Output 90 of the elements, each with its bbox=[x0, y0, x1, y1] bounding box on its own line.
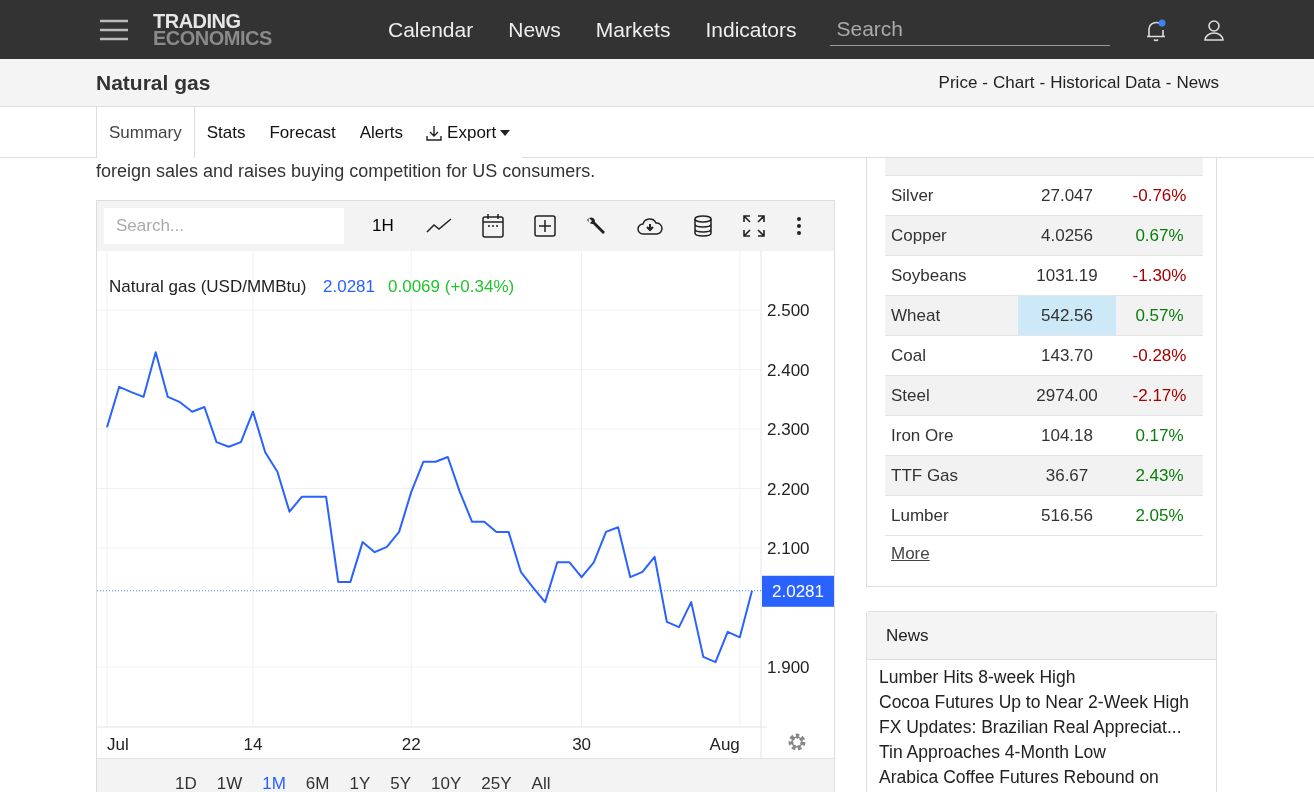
separator: - bbox=[1165, 72, 1172, 93]
x-axis-label: 22 bbox=[401, 735, 421, 754]
x-axis-label: Aug bbox=[709, 735, 740, 754]
commodity-change: -0.28% bbox=[1131, 344, 1188, 367]
wrench-icon[interactable] bbox=[585, 216, 606, 236]
commodity-name[interactable]: Steel bbox=[885, 376, 1018, 415]
interval-button[interactable]: 1H bbox=[372, 216, 394, 236]
nav-link[interactable]: Indicators bbox=[705, 17, 797, 42]
headline[interactable]: Lumber Hits 8-week High bbox=[879, 665, 1204, 690]
cloud-download-icon[interactable] bbox=[635, 216, 664, 236]
commodity-name[interactable]: Iron Ore bbox=[885, 416, 1018, 455]
commodity-price: 27.047 bbox=[1040, 184, 1094, 207]
section-link[interactable]: Historical Data bbox=[1050, 72, 1161, 93]
legend-price: 2.0281 bbox=[323, 277, 375, 296]
headline[interactable]: FX Updates: Brazilian Real Appreciat... bbox=[879, 715, 1204, 740]
commodity-name[interactable]: TTF Gas bbox=[885, 456, 1018, 495]
fullscreen-icon[interactable] bbox=[741, 214, 766, 238]
nav-link[interactable]: Markets bbox=[595, 17, 671, 42]
commodity-change: -2.17% bbox=[1131, 384, 1188, 407]
user-icon[interactable] bbox=[1203, 18, 1226, 41]
separator: - bbox=[1039, 72, 1046, 93]
section-link[interactable]: News bbox=[1176, 72, 1219, 93]
search-field[interactable]: Search bbox=[830, 13, 1111, 46]
database-icon[interactable] bbox=[693, 215, 712, 237]
commodity-change: -1.30% bbox=[1131, 264, 1188, 287]
y-axis-label: 1.900 bbox=[767, 658, 810, 677]
y-axis-label: 2.100 bbox=[767, 539, 810, 558]
headline[interactable]: Cocoa Futures Up to Near 2-Week High bbox=[879, 690, 1204, 715]
caret-icon bbox=[500, 129, 511, 136]
commodity-change: 0.67% bbox=[1134, 224, 1185, 247]
summary-text: foreign sales and raises buying competition for US consumers. bbox=[96, 161, 597, 182]
commodity-change: 2.43% bbox=[1134, 464, 1185, 487]
commodity-price: 2974.00 bbox=[1035, 384, 1099, 407]
headline[interactable]: Arabica Coffee Futures Rebound on bbox=[879, 765, 1204, 790]
section-link[interactable]: Price bbox=[938, 72, 978, 93]
range-button[interactable]: 1M bbox=[252, 773, 296, 792]
symbol-search-field[interactable]: Search... bbox=[104, 208, 344, 244]
calendar-icon[interactable] bbox=[481, 214, 504, 238]
x-axis-label: 14 bbox=[243, 735, 263, 754]
range-button[interactable]: 1W bbox=[206, 773, 253, 792]
separator: - bbox=[982, 72, 988, 93]
commodity-change: -0.76% bbox=[1131, 184, 1188, 207]
commodity-price: 1031.19 bbox=[1035, 264, 1099, 287]
commodity-change: 0.57% bbox=[1134, 304, 1185, 327]
y-axis-label: 2.400 bbox=[767, 360, 810, 380]
nav-link[interactable]: Calendar bbox=[388, 17, 474, 42]
line-chart-icon[interactable] bbox=[425, 218, 452, 234]
commodity-name[interactable]: Soybeans bbox=[885, 256, 1018, 295]
tab[interactable]: Summary bbox=[96, 107, 195, 158]
range-button[interactable]: All bbox=[521, 773, 561, 792]
y-axis-label: 2.300 bbox=[767, 420, 810, 439]
logo[interactable]: TRADING ECONOMICS bbox=[153, 12, 353, 47]
commodity-price: 36.67 bbox=[1044, 464, 1090, 487]
commodity-name[interactable]: Lumber bbox=[885, 496, 1018, 535]
commodity-price: 143.70 bbox=[1040, 344, 1094, 367]
commodity-price: 4.0256 bbox=[1040, 224, 1094, 247]
download-icon bbox=[425, 123, 444, 142]
price-tag-value: 2.0281 bbox=[772, 581, 824, 601]
add-icon[interactable] bbox=[533, 215, 556, 237]
range-button[interactable]: 25Y bbox=[471, 773, 522, 792]
commodity-change: 2.05% bbox=[1134, 504, 1185, 527]
more-icon[interactable] bbox=[795, 216, 802, 236]
commodity-price: 516.56 bbox=[1040, 504, 1094, 527]
headline[interactable]: Tin Approaches 4-Month Low bbox=[879, 740, 1204, 765]
x-axis-label: 30 bbox=[572, 735, 592, 754]
range-button[interactable]: 10Y bbox=[421, 773, 472, 792]
commodity-price: 542.56 bbox=[1018, 296, 1116, 335]
commodity-name[interactable]: Coal bbox=[885, 336, 1018, 375]
price-tag bbox=[762, 575, 834, 607]
commodity-change: 0.17% bbox=[1134, 424, 1185, 447]
y-axis-label: 2.200 bbox=[767, 479, 810, 499]
x-axis-label: Jul bbox=[107, 735, 129, 754]
section-link[interactable]: Chart bbox=[993, 72, 1035, 93]
more-link[interactable]: More bbox=[891, 544, 930, 564]
nav-link[interactable]: News bbox=[508, 17, 561, 42]
range-button[interactable]: 1D bbox=[165, 773, 207, 792]
settings-icon[interactable] bbox=[788, 733, 806, 751]
commodity-name[interactable]: Wheat bbox=[885, 296, 1018, 335]
range-button[interactable]: 5Y bbox=[380, 773, 422, 792]
legend-name: Natural gas (USD/MMBtu) bbox=[109, 277, 307, 296]
y-axis-label: 2.500 bbox=[767, 301, 810, 320]
range-button[interactable]: 6M bbox=[295, 773, 340, 792]
commodity-price: 104.18 bbox=[1040, 424, 1094, 447]
commodity-name[interactable]: Silver bbox=[885, 176, 1018, 215]
legend-change: 0.0069 (+0.34%) bbox=[388, 277, 515, 296]
news-header: News bbox=[867, 612, 1216, 660]
menu-icon[interactable] bbox=[99, 18, 129, 41]
commodity-name[interactable]: Copper bbox=[885, 216, 1018, 255]
range-button[interactable]: 1Y bbox=[339, 773, 381, 792]
page-title: Natural gas bbox=[96, 70, 211, 95]
